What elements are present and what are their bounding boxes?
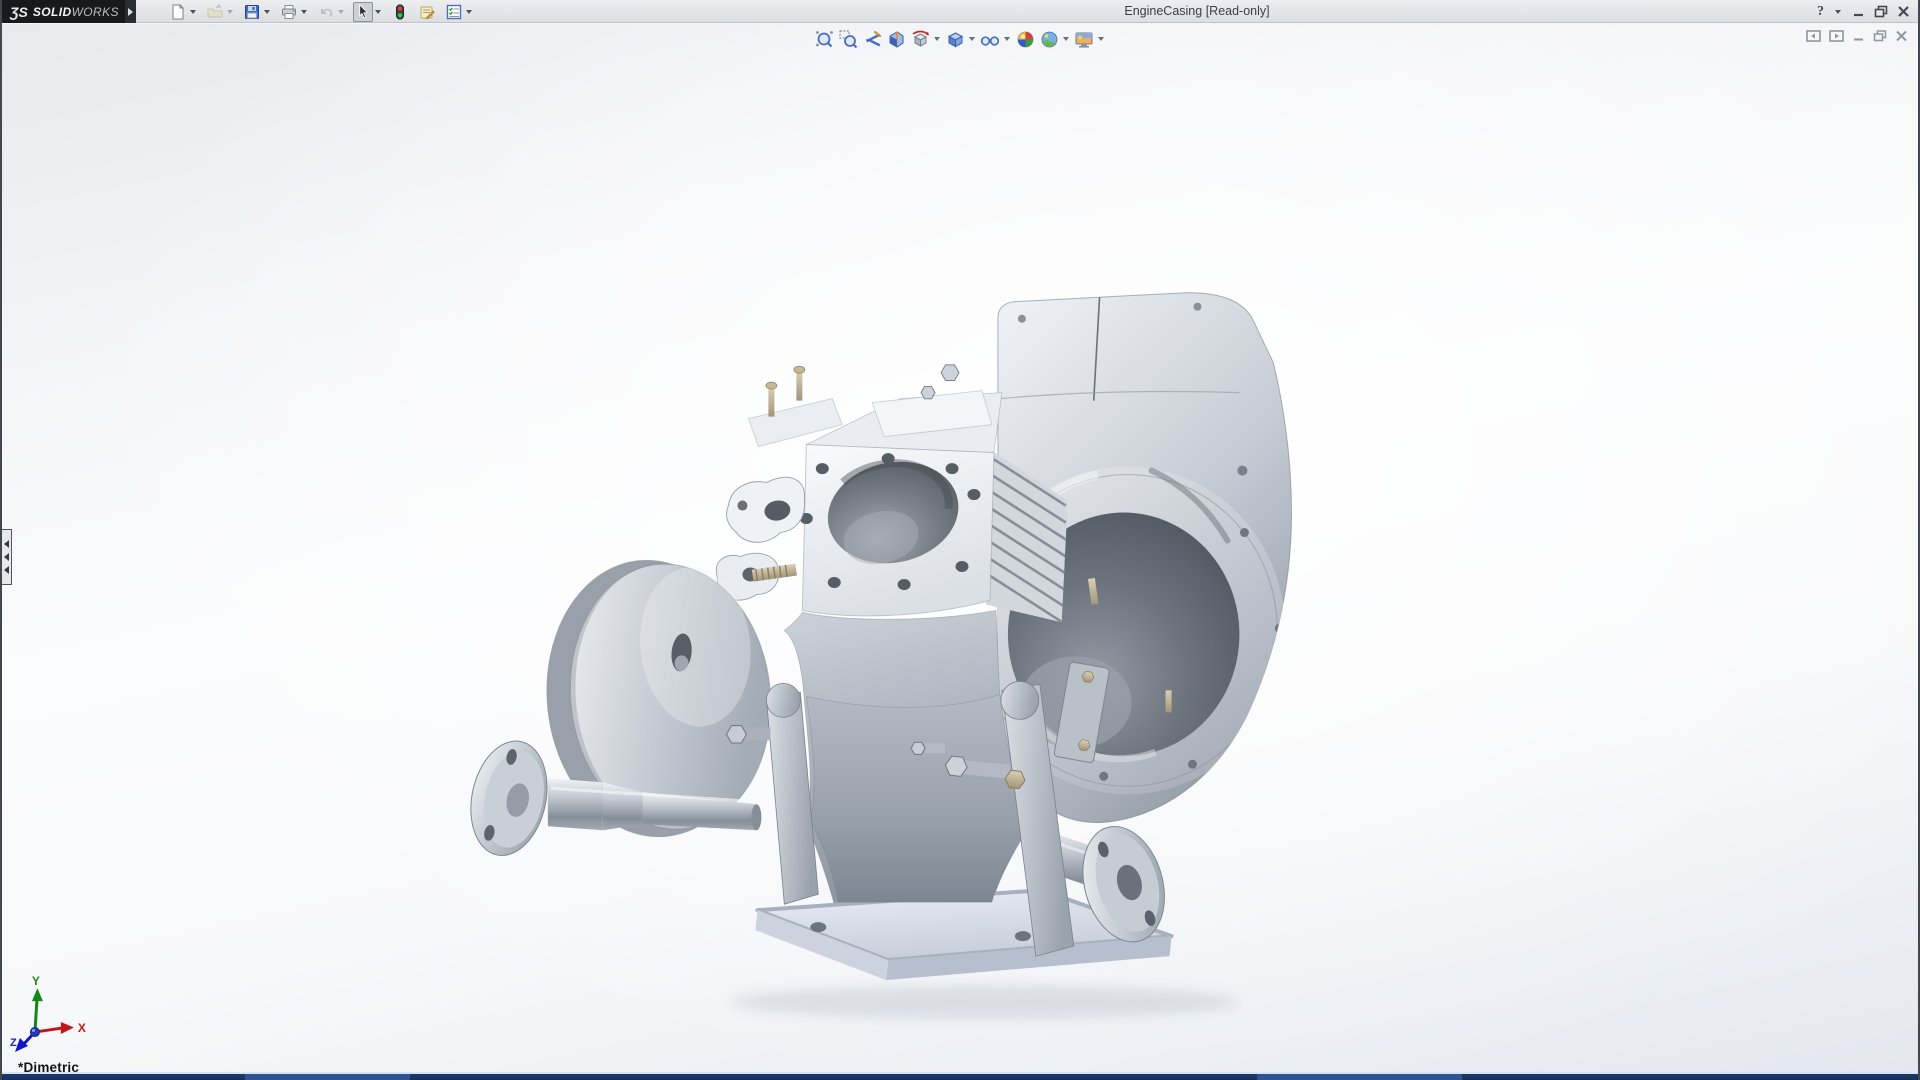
triad-y-label: Y (32, 974, 40, 988)
previous-view-icon (863, 30, 882, 49)
zoom-to-fit-icon (815, 30, 834, 49)
display-style-button[interactable] (944, 28, 966, 50)
collapse-left-icon (4, 540, 9, 548)
save-dropdown[interactable] (262, 2, 272, 22)
undo-dropdown[interactable] (336, 2, 346, 22)
new-document-button[interactable] (168, 2, 188, 22)
taskbar-strip (2, 1072, 1918, 1080)
view-settings-button[interactable] (1073, 28, 1095, 50)
print-button[interactable] (279, 2, 299, 22)
document-close-icon (1895, 30, 1908, 42)
previous-view-button[interactable] (861, 28, 883, 50)
model-canvas: Y X Z (2, 24, 1918, 1080)
hide-show-items-dropdown[interactable] (1002, 28, 1011, 50)
new-document-icon (170, 4, 186, 20)
open-folder-icon (207, 4, 223, 20)
heads-up-toolbar (812, 28, 1107, 50)
engine-casing-model (461, 293, 1292, 1019)
save-button[interactable] (242, 2, 262, 22)
print-icon (281, 4, 297, 20)
apply-scene-dropdown[interactable] (1061, 28, 1070, 50)
undo-icon (318, 4, 334, 20)
pane-previous-button[interactable] (1806, 30, 1821, 42)
edit-appearance-button[interactable] (1014, 28, 1036, 50)
section-view-button[interactable] (885, 28, 907, 50)
view-settings-dropdown[interactable] (1096, 28, 1105, 50)
document-window-controls (1806, 30, 1908, 42)
print-dropdown[interactable] (299, 2, 309, 22)
restore-icon (1874, 5, 1888, 18)
minimize-icon (1852, 5, 1865, 18)
save-floppy-icon (244, 4, 260, 20)
feature-manager-collapsed-tab[interactable] (2, 529, 12, 585)
brand-mark: ƷS (10, 4, 28, 20)
close-button[interactable] (1897, 0, 1910, 23)
brand-name-light: WORKS (72, 5, 119, 19)
restore-button[interactable] (1874, 0, 1888, 23)
solidworks-logo: ƷS SOLIDWORKS (2, 0, 125, 23)
view-orientation-button[interactable] (909, 28, 931, 50)
document-restore-icon (1873, 30, 1887, 42)
select-cursor-icon (356, 4, 371, 19)
pane-previous-icon (1806, 30, 1821, 42)
menu-expand-arrow[interactable] (125, 0, 136, 23)
open-dropdown[interactable] (225, 2, 235, 22)
checklist-icon (446, 4, 462, 20)
zoom-to-area-button[interactable] (837, 28, 859, 50)
open-button[interactable] (205, 2, 225, 22)
view-orientation-dropdown[interactable] (932, 28, 941, 50)
zoom-to-fit-button[interactable] (813, 28, 835, 50)
display-style-icon (946, 30, 965, 49)
triad-z-label: Z (10, 1037, 17, 1049)
traffic-light-icon (393, 4, 407, 20)
minimize-button[interactable] (1852, 0, 1865, 23)
collapse-left-icon (4, 553, 9, 561)
document-minimize-icon (1852, 30, 1865, 42)
display-style-dropdown[interactable] (967, 28, 976, 50)
help-icon: ? (1817, 4, 1824, 20)
section-view-icon (887, 30, 906, 49)
document-minimize-button[interactable] (1852, 30, 1865, 42)
window-controls: ? (1817, 0, 1910, 23)
taskbar-segment (1257, 1074, 1462, 1080)
apply-scene-icon (1040, 30, 1059, 49)
zoom-to-area-icon (839, 30, 858, 49)
taskbar-segment (245, 1074, 410, 1080)
pane-next-icon (1829, 30, 1844, 42)
view-settings-icon (1074, 30, 1094, 49)
document-restore-button[interactable] (1873, 30, 1887, 42)
orientation-triad: Y X Z (10, 974, 86, 1052)
help-button[interactable]: ? (1817, 0, 1824, 23)
right-arrow-icon (128, 8, 133, 16)
undo-button[interactable] (316, 2, 336, 22)
eyeglasses-icon (980, 30, 1000, 49)
comment-button[interactable] (417, 2, 437, 22)
apply-scene-button[interactable] (1038, 28, 1060, 50)
pane-next-button[interactable] (1829, 30, 1844, 42)
title-bar: ƷS SOLIDWORKS (2, 0, 1918, 23)
note-pencil-icon (419, 4, 435, 20)
options-checklist-button[interactable] (444, 2, 464, 22)
new-document-dropdown[interactable] (188, 2, 198, 22)
appearance-ball-icon (1016, 30, 1035, 49)
select-button[interactable] (353, 2, 373, 22)
main-toolbar (168, 0, 481, 23)
document-close-button[interactable] (1895, 30, 1908, 42)
help-dropdown[interactable] (1833, 2, 1843, 22)
triad-x-label: X (78, 1021, 86, 1035)
brand-name-strong: SOLID (33, 5, 72, 19)
collapse-left-icon (4, 566, 9, 574)
options-dropdown[interactable] (464, 2, 474, 22)
hide-show-items-button[interactable] (979, 28, 1001, 50)
graphics-area[interactable]: Y X Z (2, 24, 1918, 1080)
view-orientation-icon (911, 30, 930, 49)
interference-check-button[interactable] (390, 2, 410, 22)
window-title: EngineCasing [Read-only] (1124, 0, 1269, 23)
select-dropdown[interactable] (373, 2, 383, 22)
close-icon (1897, 5, 1910, 18)
solidworks-window: ƷS SOLIDWORKS (0, 0, 1920, 1080)
